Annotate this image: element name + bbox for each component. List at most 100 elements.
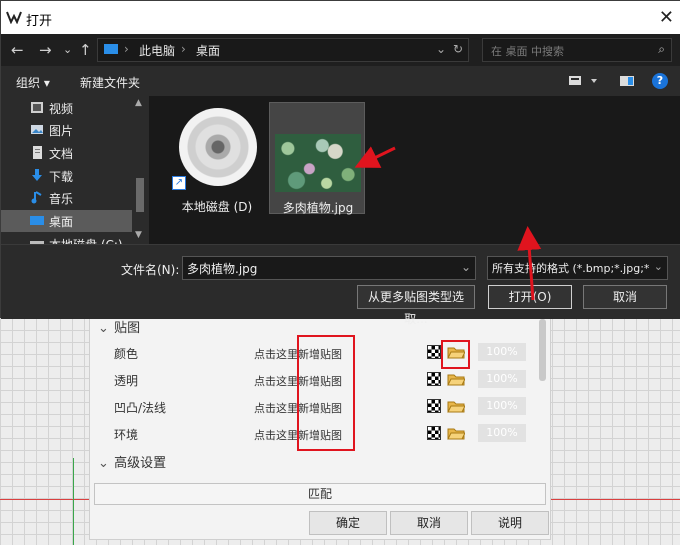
sidebar-item-label: 本地磁盘 (C:)	[49, 236, 123, 244]
scroll-thumb[interactable]	[136, 178, 144, 212]
section-advanced-header[interactable]: ⌄ 高级设置	[98, 452, 166, 471]
checker-icon[interactable]	[427, 345, 441, 359]
up-arrow-icon[interactable]: ↑	[79, 41, 92, 59]
file-list: ↗ 本地磁盘 (D) 多肉植物.jpg	[149, 96, 680, 244]
checker-icon[interactable]	[427, 399, 441, 413]
forward-arrow-icon[interactable]: →	[39, 41, 52, 59]
sidebar-item-music[interactable]: 音乐	[27, 187, 132, 209]
refresh-icon[interactable]: ↻	[453, 42, 463, 56]
match-button[interactable]: 匹配	[94, 483, 546, 505]
breadcrumb-separator: ›	[124, 42, 129, 56]
nav-scrollbar[interactable]: ▲ ▼	[133, 96, 147, 244]
command-bar: 组织 ▾ 新建文件夹 ?	[1, 66, 680, 96]
filetype-value: 所有支持的格式 (*.bmp;*.jpg;*	[492, 262, 650, 275]
section-texture-header[interactable]: ⌄ 贴图	[98, 317, 140, 336]
documents-icon	[33, 146, 42, 159]
section-advanced-label: 高级设置	[114, 456, 167, 471]
cancel-button[interactable]: 取消	[583, 285, 667, 309]
dialog-footer: 文件名(N): 多肉植物.jpg ⌄ 所有支持的格式 (*.bmp;*.jpg;…	[1, 244, 680, 326]
scroll-down-icon[interactable]: ▼	[135, 230, 142, 240]
filename-value: 多肉植物.jpg	[187, 262, 258, 276]
sidebar-item-drive-c[interactable]: 本地磁盘 (C:)	[27, 233, 132, 244]
dialog-title: 打开	[26, 14, 53, 29]
preview-pane-icon[interactable]	[619, 74, 635, 88]
file-item-succulent-jpg[interactable]: 多肉植物.jpg	[269, 102, 365, 215]
pictures-icon	[31, 125, 43, 134]
close-icon[interactable]: ✕	[659, 7, 674, 28]
view-options-icon[interactable]	[569, 74, 599, 88]
recent-locations-icon[interactable]: ⌄	[63, 43, 72, 56]
checker-icon[interactable]	[427, 426, 441, 440]
file-item-drive-d[interactable]: ↗ 本地磁盘 (D)	[169, 102, 265, 214]
section-texture-label: 贴图	[114, 321, 141, 336]
sidebar-item-desktop[interactable]: 桌面	[1, 210, 132, 232]
annotation-box-folder	[441, 340, 470, 369]
sidebar-item-label: 视频	[49, 102, 74, 116]
annotation-box-add-texture	[297, 335, 355, 451]
sidebar-item-pictures[interactable]: 图片	[27, 119, 132, 141]
chevron-down-icon[interactable]: ⌄	[653, 260, 663, 273]
filename-label: 文件名(N):	[121, 263, 180, 277]
breadcrumb-separator: ›	[181, 42, 186, 56]
strength-percent[interactable]: 100%	[478, 397, 526, 415]
sidebar-item-downloads[interactable]: 下载	[27, 165, 132, 187]
filename-field[interactable]: 多肉植物.jpg ⌄	[182, 256, 476, 280]
folder-open-icon[interactable]	[447, 399, 465, 413]
chevron-down-icon[interactable]: ⌄	[461, 260, 471, 274]
disc-drive-icon	[179, 108, 257, 186]
search-placeholder: 在 桌面 中搜索	[491, 45, 564, 58]
strength-percent[interactable]: 100%	[478, 424, 526, 442]
folder-open-icon[interactable]	[447, 426, 465, 440]
sidebar-item-label: 图片	[49, 124, 74, 138]
panel-scrollbar[interactable]	[539, 319, 546, 381]
row-name: 透明	[114, 374, 139, 388]
sidebar-item-videos[interactable]: 视频	[27, 97, 132, 119]
new-folder-button[interactable]: 新建文件夹	[80, 74, 140, 91]
navigation-pane: 视频 图片 文档 下载 音乐 桌面 本地磁盘 (C:) ▲ ▼	[1, 96, 149, 244]
chevron-down-icon[interactable]: ⌄	[436, 42, 446, 56]
shortcut-arrow-icon: ↗	[172, 176, 186, 190]
strength-percent[interactable]: 100%	[478, 370, 526, 388]
sidebar-item-label: 音乐	[49, 192, 74, 206]
computer-icon	[104, 44, 118, 54]
ok-button[interactable]: 确定	[309, 511, 387, 535]
y-axis-line	[73, 458, 74, 545]
breadcrumb-desktop[interactable]: 桌面	[196, 42, 220, 59]
strength-percent[interactable]: 100%	[478, 343, 526, 361]
search-icon[interactable]: ⌕	[658, 42, 665, 57]
sidebar-item-documents[interactable]: 文档	[27, 142, 132, 164]
row-name: 凹凸/法线	[114, 401, 167, 415]
image-thumbnail	[275, 134, 361, 192]
back-arrow-icon[interactable]: ←	[11, 41, 24, 59]
folder-open-icon[interactable]	[447, 372, 465, 386]
open-file-dialog: 打开 ✕ ← → ⌄ ↑ › 此电脑 › 桌面 ⌄ ↻ 在 桌面 中搜索 ⌕ 组…	[0, 0, 680, 326]
file-label: 多肉植物.jpg	[282, 201, 354, 215]
panel-cancel-button[interactable]: 取消	[390, 511, 468, 535]
sidebar-item-label: 桌面	[49, 215, 74, 229]
open-button[interactable]: 打开(O)	[488, 285, 572, 309]
address-field[interactable]: › 此电脑 › 桌面 ⌄ ↻	[97, 38, 469, 62]
checker-icon[interactable]	[427, 372, 441, 386]
breadcrumb-this-pc[interactable]: 此电脑	[139, 42, 175, 59]
sidebar-item-label: 文档	[49, 147, 74, 161]
row-name: 环境	[114, 428, 139, 442]
chevron-down-icon: ⌄	[98, 321, 109, 336]
address-bar-row: ← → ⌄ ↑ › 此电脑 › 桌面 ⌄ ↻ 在 桌面 中搜索 ⌕	[1, 34, 680, 66]
video-icon	[31, 102, 43, 113]
scroll-up-icon[interactable]: ▲	[135, 98, 142, 108]
file-label: 本地磁盘 (D)	[181, 200, 253, 214]
drive-icon	[30, 241, 44, 244]
help-button[interactable]: 说明	[471, 511, 549, 535]
more-types-button[interactable]: 从更多贴图类型选取...	[357, 285, 475, 326]
desktop-icon	[30, 216, 44, 225]
downloads-icon	[32, 169, 42, 181]
title-bar: 打开 ✕	[1, 1, 680, 34]
help-icon[interactable]: ?	[652, 73, 668, 89]
organize-menu[interactable]: 组织 ▾	[16, 74, 50, 91]
sidebar-item-label: 下载	[49, 170, 74, 184]
app-logo-icon	[6, 11, 22, 24]
filetype-select[interactable]: 所有支持的格式 (*.bmp;*.jpg;* ⌄	[487, 256, 668, 280]
search-input[interactable]: 在 桌面 中搜索 ⌕	[482, 38, 672, 62]
music-icon	[31, 191, 42, 204]
row-name: 颜色	[114, 347, 139, 361]
